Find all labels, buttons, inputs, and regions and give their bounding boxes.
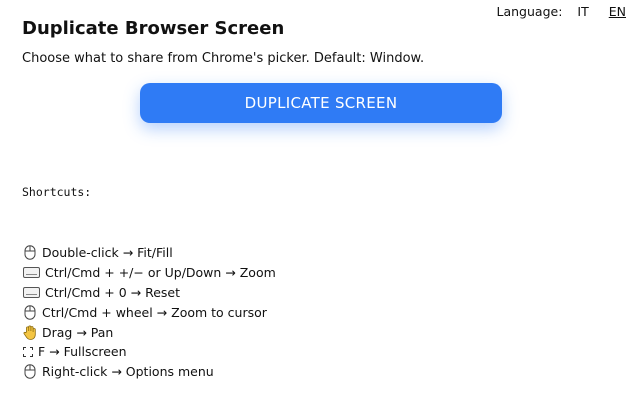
shortcut-list: Double-click → Fit/Fill Ctrl/Cmd + +/− o…: [22, 243, 276, 382]
shortcut-item: Ctrl/Cmd + wheel → Zoom to cursor: [22, 302, 276, 322]
language-label: Language:: [496, 4, 563, 19]
shortcut-item: Drag → Pan: [22, 322, 276, 342]
mouse-icon: [22, 304, 38, 320]
language-option-it[interactable]: IT: [577, 4, 588, 19]
mouse-icon: [22, 245, 38, 261]
page-subtitle: Choose what to share from Chrome's picke…: [22, 51, 425, 66]
shortcuts-heading: Shortcuts:: [22, 185, 92, 199]
shortcut-text: Ctrl/Cmd + +/− or Up/Down → Zoom: [45, 265, 276, 281]
shortcut-text: Double-click → Fit/Fill: [42, 245, 173, 261]
shortcut-text: Right-click → Options menu: [42, 364, 214, 380]
shortcut-item: F → Fullscreen: [22, 342, 276, 362]
duplicate-screen-button[interactable]: DUPLICATE SCREEN: [140, 83, 502, 123]
shortcut-text: Drag → Pan: [42, 324, 114, 340]
shortcut-text: Ctrl/Cmd + 0 → Reset: [45, 284, 181, 300]
fullscreen-icon: [22, 344, 34, 360]
shortcut-text: Ctrl/Cmd + wheel → Zoom to cursor: [42, 304, 267, 320]
app-page: Language: IT EN Duplicate Browser Screen…: [0, 0, 640, 400]
shortcut-item: Double-click → Fit/Fill: [22, 243, 276, 263]
shortcut-item: Ctrl/Cmd + 0 → Reset: [22, 283, 276, 303]
shortcut-item: Ctrl/Cmd + +/− or Up/Down → Zoom: [22, 263, 276, 283]
keyboard-icon: [22, 265, 40, 281]
language-option-en[interactable]: EN: [609, 4, 626, 19]
shortcut-text: F → Fullscreen: [38, 344, 127, 360]
mouse-icon: [22, 364, 38, 380]
shortcut-item: Right-click → Options menu: [22, 362, 276, 382]
keyboard-icon: [22, 284, 40, 300]
hand-icon: [22, 324, 38, 340]
page-title: Duplicate Browser Screen: [22, 18, 285, 39]
language-switcher: Language: IT EN: [497, 4, 626, 19]
